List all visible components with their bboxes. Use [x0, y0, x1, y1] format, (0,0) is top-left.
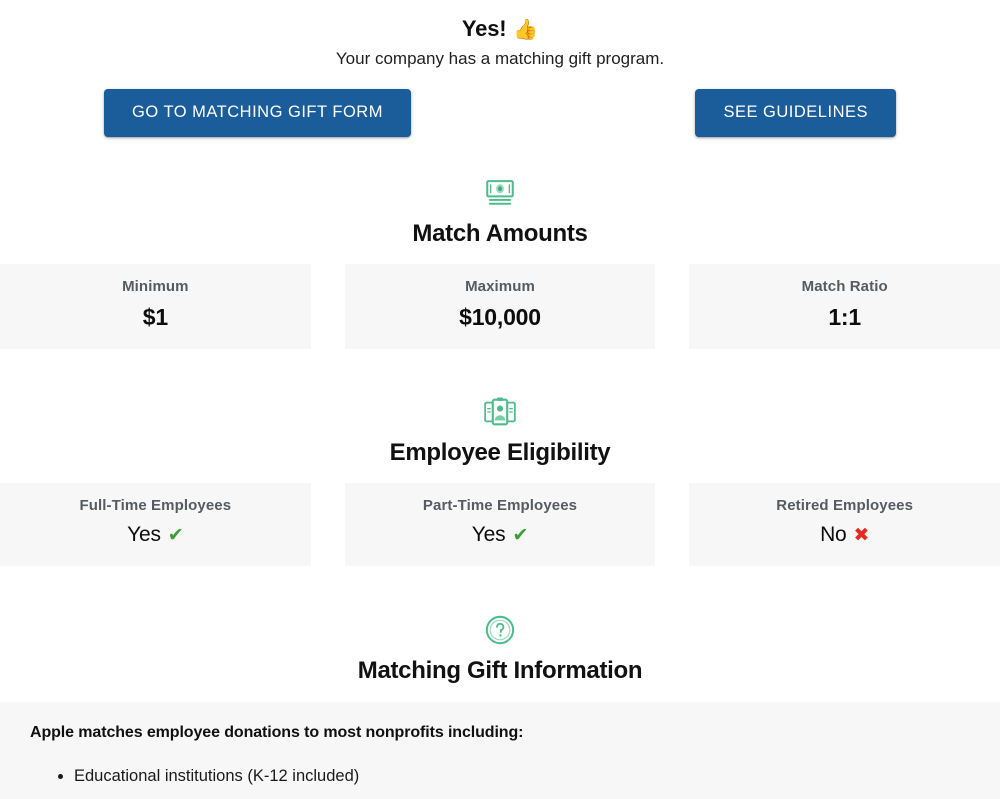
match-amount-card-match-ratio: Match Ratio 1:1 [689, 263, 1000, 349]
card-label: Full-Time Employees [79, 496, 232, 514]
list-item: Educational institutions (K-12 included) [74, 764, 970, 790]
matching-gift-results-page: Yes! 👍 Your company has a matching gift p… [0, 0, 1000, 799]
card-value: Yes ✔ [10, 523, 301, 547]
match-amounts-card-grid: Minimum $1 Maximum $10,000 Match Ratio 1… [0, 263, 1000, 349]
card-label: Match Ratio [801, 277, 888, 295]
thumbs-up-icon: 👍 [513, 19, 539, 41]
eligibility-card-full-time: Full-Time Employees Yes ✔ [0, 482, 311, 566]
page-subtitle: Your company has a matching gift program… [335, 49, 665, 69]
match-amount-card-maximum: Maximum $10,000 [344, 263, 656, 349]
eligibility-value-text: Yes [471, 522, 506, 546]
cross-icon: ✖ [853, 524, 870, 546]
card-label: Minimum [122, 277, 189, 295]
employee-eligibility-card-grid: Full-Time Employees Yes ✔ Part-Time Emplo… [0, 482, 1000, 566]
eligibility-card-retired: Retired Employees No ✖ [689, 482, 1000, 566]
page-title: Yes! 👍 [0, 0, 1000, 42]
check-icon: ✔ [167, 524, 184, 546]
matching-gift-information-panel: Apple matches employee donations to most… [0, 701, 1000, 799]
go-to-matching-gift-form-button[interactable]: GO TO MATCHING GIFT FORM [104, 89, 411, 137]
card-label: Maximum [465, 277, 535, 295]
card-value: $1 [142, 303, 168, 330]
question-circle-icon [485, 615, 515, 645]
card-value: No ✖ [699, 523, 990, 547]
info-lead-text: Apple matches employee donations to most… [30, 723, 524, 741]
matching-gift-information-title: Matching Gift Information [357, 656, 643, 684]
card-value: 1:1 [828, 303, 861, 330]
card-value: Yes ✔ [355, 523, 646, 547]
action-button-row: GO TO MATCHING GIFT FORM SEE GUIDELINES [0, 70, 1000, 137]
eligibility-value-text: Yes [127, 522, 161, 546]
eligibility-value-text: No [820, 522, 847, 546]
card-label: Retired Employees [776, 496, 914, 514]
card-label: Part-Time Employees [422, 496, 578, 514]
see-guidelines-button[interactable]: SEE GUIDELINES [695, 89, 896, 137]
headline-text: Yes! [461, 16, 507, 41]
matching-gift-information-section-header: Matching Gift Information [0, 613, 1000, 685]
match-amounts-section-header: Match Amounts [0, 176, 1000, 248]
check-icon: ✔ [512, 524, 529, 546]
match-amount-card-minimum: Minimum $1 [0, 263, 311, 349]
info-bullet-list: Educational institutions (K-12 included) [30, 764, 970, 790]
card-value: $10,000 [459, 303, 541, 330]
employee-badges-icon [484, 397, 516, 426]
eligibility-card-part-time: Part-Time Employees Yes ✔ [344, 482, 656, 566]
employee-eligibility-section-header: Employee Eligibility [0, 395, 1000, 467]
employee-eligibility-title: Employee Eligibility [389, 438, 611, 466]
money-bill-icon [486, 180, 514, 205]
match-amounts-title: Match Amounts [412, 219, 588, 247]
